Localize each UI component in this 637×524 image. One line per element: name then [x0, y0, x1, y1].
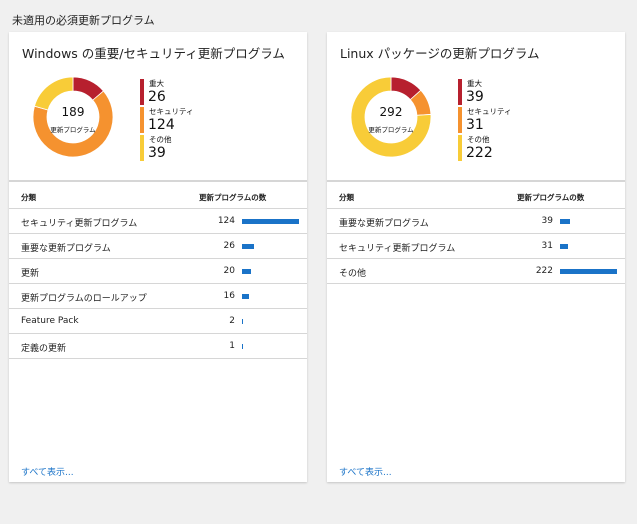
row-category: その他 [339, 269, 367, 279]
row-count: 31 [541, 241, 553, 251]
legend-item-other: その他 222 [458, 134, 578, 162]
row-count: 20 [223, 266, 235, 276]
row-category: 重要な更新プログラム [21, 244, 111, 254]
legend-label: セキュリティ [467, 107, 512, 116]
table-row[interactable]: セキュリティ更新プログラム 124 [9, 209, 307, 234]
row-category: 更新 [21, 269, 40, 279]
row-category: セキュリティ更新プログラム [339, 244, 456, 254]
page-title: 未適用の必須更新プログラム [12, 14, 155, 27]
table-row[interactable]: 重要な更新プログラム 39 [327, 209, 625, 234]
legend-label: 重大 [467, 79, 482, 88]
legend-swatch-critical [140, 79, 144, 105]
windows-legend: 重大 26 セキュリティ 124 その他 39 [140, 78, 260, 162]
row-count: 2 [229, 316, 235, 326]
legend-value: 222 [466, 145, 493, 161]
table-row[interactable]: 定義の更新 1 [9, 334, 307, 359]
legend-value: 124 [148, 117, 175, 133]
linux-total-count: 292 [379, 105, 403, 119]
legend-swatch-security [140, 107, 144, 133]
linux-card-header: Linux パッケージの更新プログラム 292 更新プログラム 重大 39 セキ… [327, 32, 625, 180]
legend-value: 39 [148, 145, 166, 161]
row-count-bar [242, 244, 254, 249]
row-count: 16 [223, 291, 235, 301]
legend-swatch-other [140, 135, 144, 161]
windows-card-header: Windows の重要/セキュリティ更新プログラム 189 更新プログラム 重大… [9, 32, 307, 180]
windows-card-title: Windows の重要/セキュリティ更新プログラム [22, 46, 285, 61]
table-header: 分類 更新プログラムの数 [327, 182, 625, 209]
windows-updates-card[interactable]: Windows の重要/セキュリティ更新プログラム 189 更新プログラム 重大… [9, 32, 307, 482]
linux-updates-card[interactable]: Linux パッケージの更新プログラム 292 更新プログラム 重大 39 セキ… [327, 32, 625, 482]
view-all-link[interactable]: すべて表示... [339, 465, 392, 478]
column-header-count: 更新プログラムの数 [517, 193, 585, 202]
row-count-bar [242, 319, 243, 324]
table-row[interactable]: その他 222 [327, 259, 625, 284]
legend-label: セキュリティ [149, 107, 194, 116]
legend-value: 26 [148, 89, 166, 105]
table-row[interactable]: 更新プログラムのロールアップ 16 [9, 284, 307, 309]
legend-swatch-other [458, 135, 462, 161]
legend-swatch-critical [458, 79, 462, 105]
legend-label: 重大 [149, 79, 164, 88]
row-count: 124 [217, 216, 235, 226]
table-header: 分類 更新プログラムの数 [9, 182, 307, 209]
linux-total-label: 更新プログラム [368, 126, 414, 134]
windows-total-label: 更新プログラム [50, 126, 96, 134]
linux-card-title: Linux パッケージの更新プログラム [340, 46, 540, 61]
row-count-bar [242, 344, 243, 349]
row-count-bar [242, 219, 299, 224]
legend-item-other: その他 39 [140, 134, 260, 162]
table-row[interactable]: Feature Pack 2 [9, 309, 307, 334]
row-count: 1 [229, 341, 235, 351]
legend-value: 31 [466, 117, 484, 133]
row-category: 定義の更新 [21, 344, 67, 354]
row-count: 26 [223, 241, 235, 251]
row-count-bar [560, 219, 570, 224]
row-count-bar [242, 269, 251, 274]
table-row[interactable]: セキュリティ更新プログラム 31 [327, 234, 625, 259]
linux-updates-table: 分類 更新プログラムの数 重要な更新プログラム 39 セキュリティ更新プログラム 31… [327, 180, 625, 484]
windows-updates-table: 分類 更新プログラムの数 セキュリティ更新プログラム 124 重要な更新プログラム 2… [9, 180, 307, 484]
legend-value: 39 [466, 89, 484, 105]
column-header-category: 分類 [339, 193, 354, 202]
legend-item-security: セキュリティ 31 [458, 106, 578, 134]
view-all-link[interactable]: すべて表示... [21, 465, 74, 478]
row-count: 39 [541, 216, 553, 226]
row-category: 更新プログラムのロールアップ [21, 294, 147, 304]
row-count-bar [560, 269, 617, 274]
legend-swatch-security [458, 107, 462, 133]
row-count-bar [560, 244, 568, 249]
legend-item-critical: 重大 26 [140, 78, 260, 106]
row-category: Feature Pack [21, 316, 79, 326]
legend-label: その他 [149, 135, 172, 144]
row-count: 222 [535, 266, 553, 276]
table-row[interactable]: 重要な更新プログラム 26 [9, 234, 307, 259]
column-header-count: 更新プログラムの数 [199, 193, 267, 202]
row-category: セキュリティ更新プログラム [21, 219, 138, 229]
row-count-bar [242, 294, 249, 299]
table-row[interactable]: 更新 20 [9, 259, 307, 284]
legend-item-security: セキュリティ 124 [140, 106, 260, 134]
row-category: 重要な更新プログラム [339, 219, 429, 229]
legend-item-critical: 重大 39 [458, 78, 578, 106]
windows-total-count: 189 [61, 105, 85, 119]
column-header-category: 分類 [21, 193, 36, 202]
linux-legend: 重大 39 セキュリティ 31 その他 222 [458, 78, 578, 162]
legend-label: その他 [467, 135, 490, 144]
